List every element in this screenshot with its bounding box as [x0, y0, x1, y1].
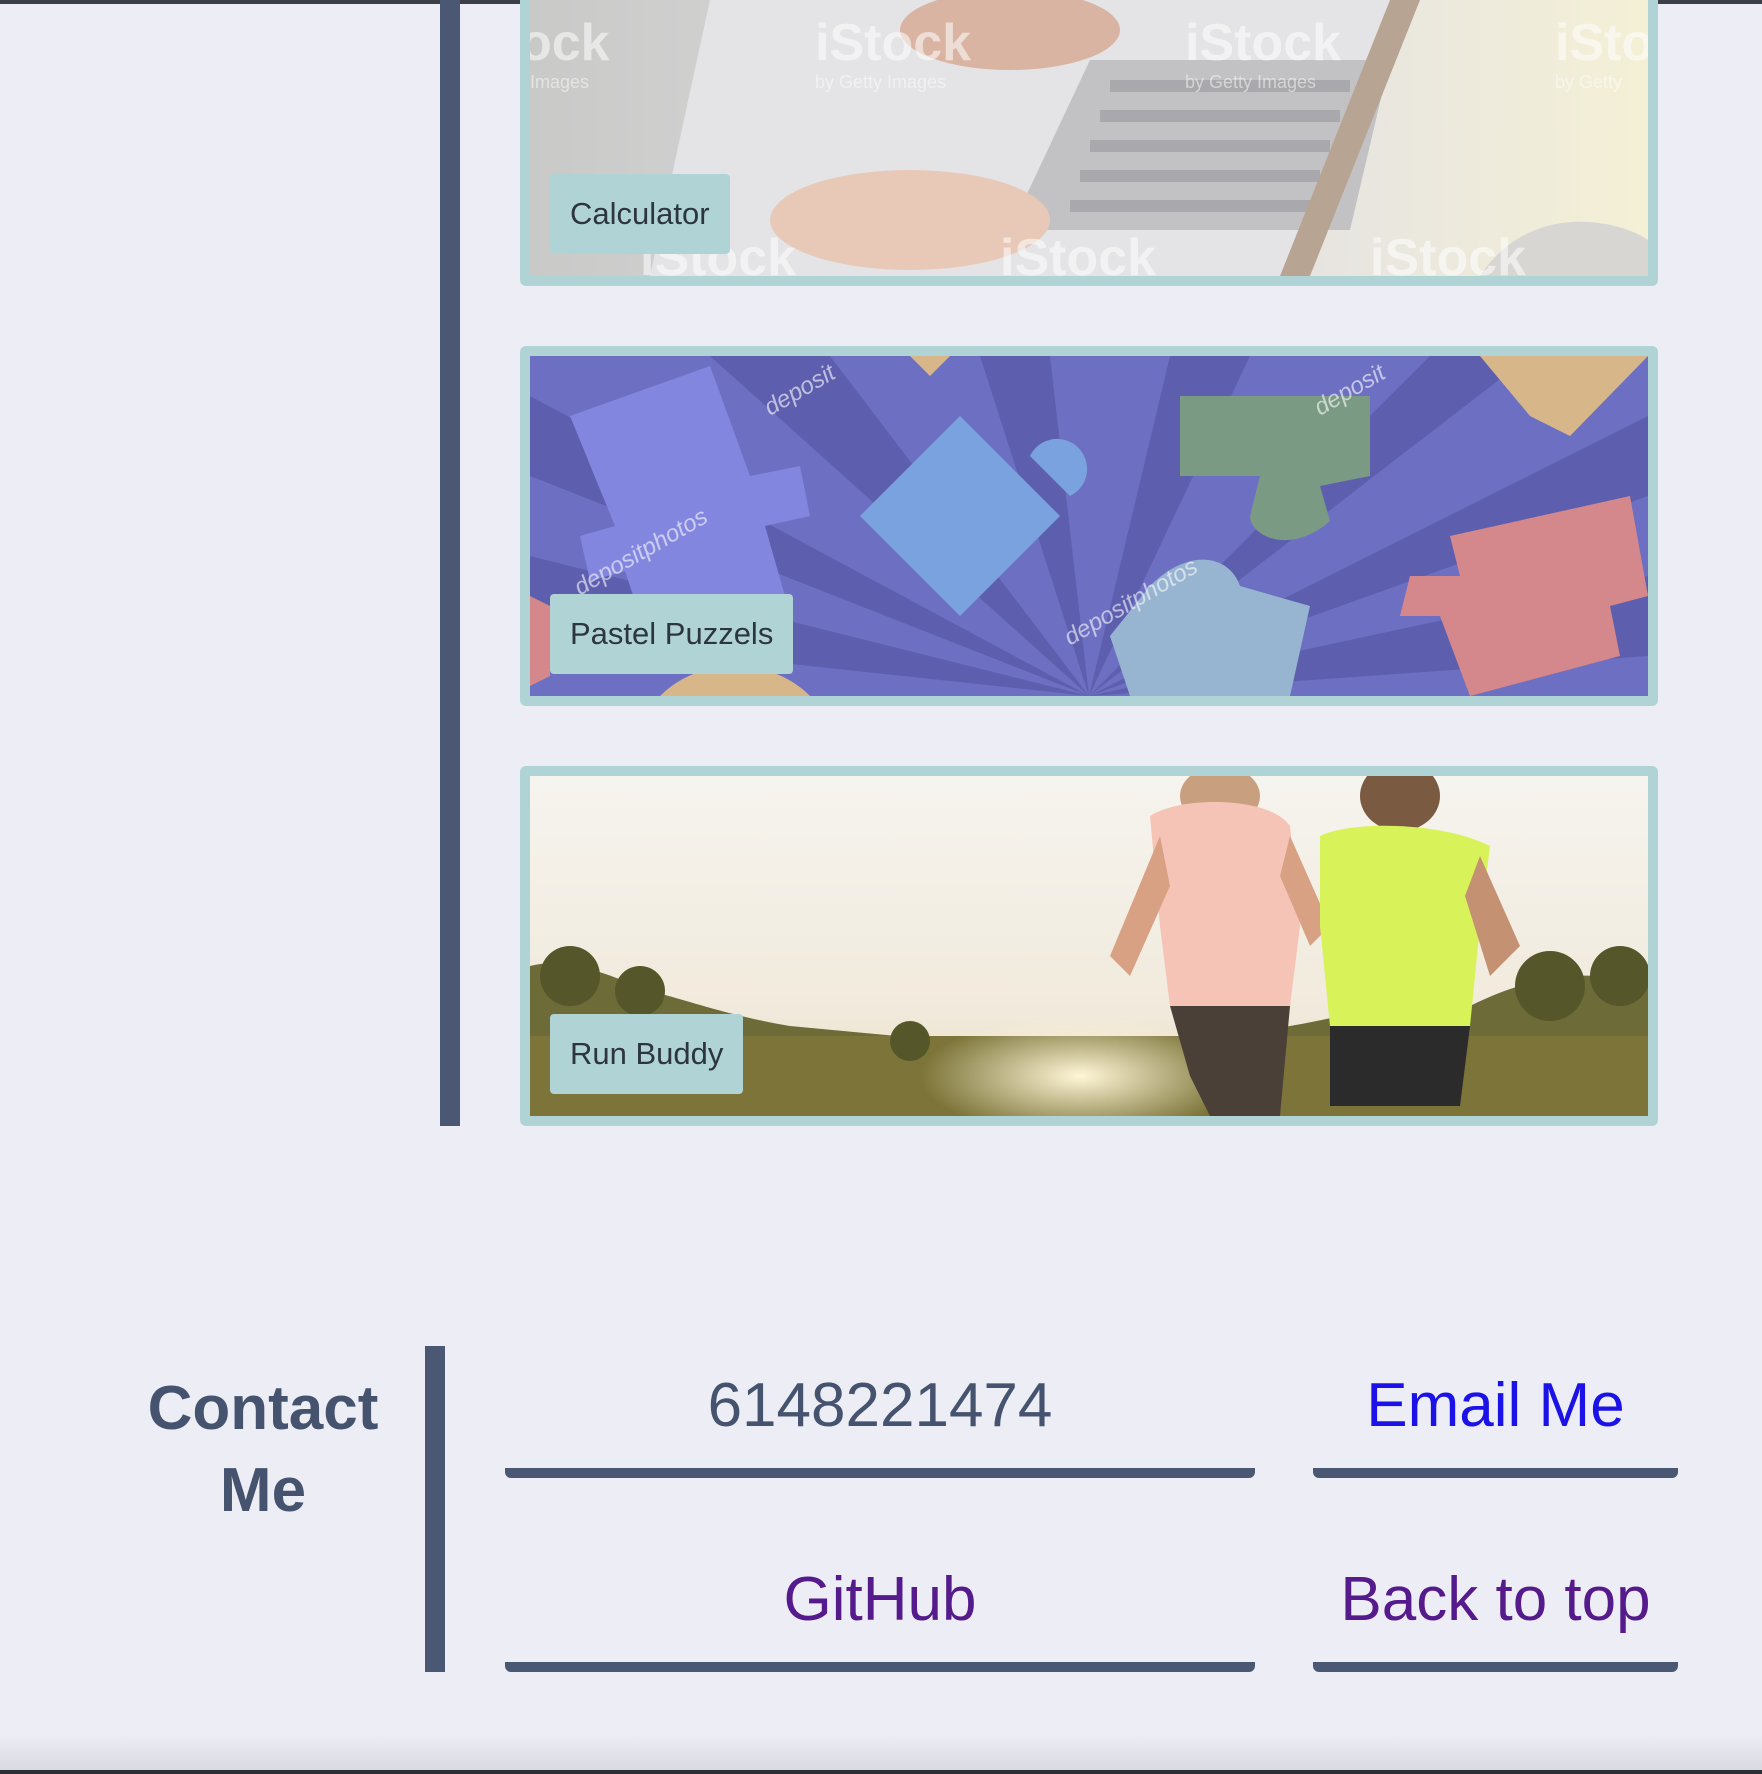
project-card-pastel-puzzels[interactable]: deposit deposit depositphotos depositpho… — [520, 346, 1658, 706]
email-me-link[interactable]: Email Me — [1313, 1366, 1678, 1478]
svg-text:by Getty: by Getty — [1555, 72, 1622, 92]
svg-text:by Getty Images: by Getty Images — [1185, 72, 1316, 92]
svg-text:by Getty Images: by Getty Images — [815, 72, 946, 92]
section-divider — [440, 0, 460, 1126]
phone-number-link[interactable]: 6148221474 — [505, 1366, 1255, 1478]
svg-text:ock: ock — [530, 14, 610, 72]
contact-heading: Contact Me — [147, 1374, 379, 1525]
project-title-calculator[interactable]: Calculator — [550, 174, 730, 254]
svg-text:iStock: iStock — [1185, 14, 1341, 72]
svg-text:iStock: iStock — [1000, 229, 1156, 276]
contact-divider — [425, 1346, 445, 1672]
project-title-pastel-puzzels[interactable]: Pastel Puzzels — [550, 594, 794, 674]
svg-text:iStock: iStock — [815, 14, 971, 72]
window-bottom-edge — [0, 1770, 1762, 1774]
window-bottom-shadow — [0, 1735, 1762, 1774]
svg-text:iStock: iStock — [1370, 229, 1526, 276]
project-card-calculator[interactable]: ock iStock iStock iSto iStock iStock iSt… — [520, 0, 1658, 286]
svg-text:Images: Images — [530, 72, 589, 92]
github-link[interactable]: GitHub — [505, 1560, 1255, 1672]
project-title-run-buddy[interactable]: Run Buddy — [550, 1014, 744, 1094]
svg-text:iSto: iSto — [1555, 14, 1648, 72]
project-card-run-buddy[interactable]: Run Buddy — [520, 766, 1658, 1126]
back-to-top-link[interactable]: Back to top — [1313, 1560, 1678, 1672]
